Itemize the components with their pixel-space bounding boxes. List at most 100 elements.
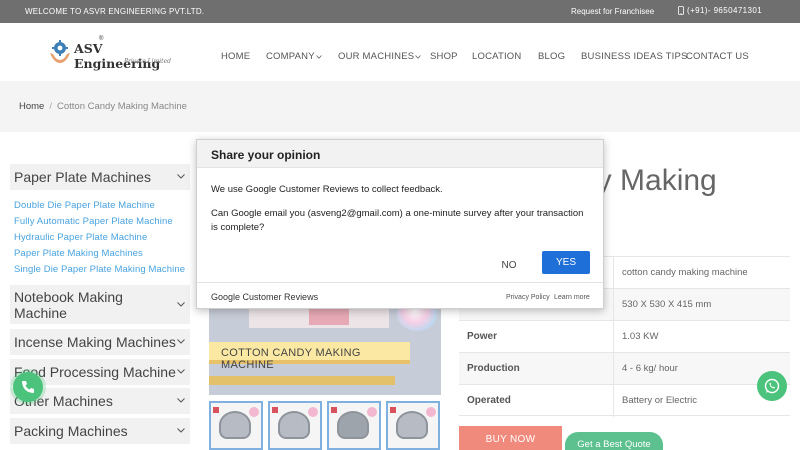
mobile-phone-icon: [678, 6, 684, 15]
product-thumbnail[interactable]: [327, 401, 381, 450]
nav-contact-us[interactable]: CONTACT US: [686, 51, 749, 62]
logo-brand-name: ASV Engineering: [74, 41, 161, 71]
breadcrumb-current: Cotton Candy Making Machine: [56, 101, 187, 112]
spec-row: Production 4 - 6 kg/ hour: [459, 352, 790, 385]
dialog-no-button[interactable]: NO: [493, 255, 525, 277]
spec-value: cotton candy making machine: [622, 267, 748, 278]
product-thumbnail[interactable]: [386, 401, 440, 450]
category-label: Notebook Making Machine: [14, 289, 123, 321]
thumbnail-detail: [390, 407, 396, 413]
chevron-down-icon: [177, 339, 185, 344]
machine-thumbnail-icon: [337, 411, 369, 439]
sidebar-link-fully-automatic[interactable]: Fully Automatic Paper Plate Machine: [14, 216, 173, 227]
nav-home[interactable]: HOME: [221, 51, 250, 62]
thumbnail-detail: [331, 407, 337, 413]
product-thumbnail[interactable]: [268, 401, 322, 450]
category-notebook-making-machine[interactable]: Notebook Making Machine: [10, 285, 190, 324]
spec-divider: [613, 385, 614, 417]
product-thumbnail[interactable]: [209, 401, 263, 450]
site-header: ASV Engineering ® Private Limited HOME C…: [0, 23, 800, 81]
machine-thumbnail-icon: [219, 411, 251, 439]
spec-divider: [613, 289, 614, 321]
nav-shop[interactable]: SHOP: [430, 51, 458, 62]
thumbnail-candy: [426, 407, 436, 417]
spec-divider: [613, 321, 614, 353]
sidebar-link-hydraulic[interactable]: Hydraulic Paper Plate Machine: [14, 232, 147, 243]
phone-icon: [22, 381, 34, 393]
sidebar-link-paper-plate-making[interactable]: Paper Plate Making Machines: [14, 248, 143, 259]
category-label: Packing Machines: [14, 423, 128, 439]
breadcrumb-home-link[interactable]: Home: [19, 101, 44, 112]
share-opinion-dialog: Share your opinion We use Google Custome…: [196, 139, 604, 309]
spec-row: Power 1.03 KW: [459, 320, 790, 353]
welcome-text: WELCOME TO ASVR ENGINEERING PVT.LTD.: [25, 7, 205, 16]
nav-business-ideas-tips[interactable]: BUSINESS IDEAS TIPS: [581, 51, 688, 62]
phone-contact[interactable]: (+91)- 9650471301: [678, 6, 762, 15]
chevron-down-icon: [177, 398, 185, 403]
nav-blog[interactable]: BLOG: [538, 51, 565, 62]
brand-product-name: Customer Reviews: [242, 292, 319, 302]
whatsapp-button[interactable]: [757, 371, 787, 401]
gear-hands-logo-icon: [50, 40, 70, 63]
sidebar-link-double-die[interactable]: Double Die Paper Plate Machine: [14, 200, 155, 211]
spec-row: Operated Battery or Electric: [459, 384, 790, 417]
chevron-down-icon: [177, 428, 185, 433]
category-packing-machines[interactable]: Packing Machines: [10, 418, 190, 444]
spec-key: Operated: [467, 395, 511, 406]
get-best-quote-button[interactable]: Get a Best Quote: [565, 432, 663, 450]
chevron-down-icon: [315, 55, 322, 59]
spec-divider: [613, 353, 614, 385]
spec-value: 530 X 530 X 415 mm: [622, 299, 712, 310]
thumbnail-candy: [249, 407, 259, 417]
buy-now-button[interactable]: BUY NOW: [459, 426, 562, 450]
spec-value: 4 - 6 kg/ hour: [622, 363, 678, 374]
product-image-banner-text: COTTON CANDY MAKING MACHINE: [221, 347, 361, 371]
product-image-banner: COTTON CANDY MAKING MACHINE: [209, 342, 410, 371]
spec-key: Power: [467, 331, 498, 342]
spec-key: Production: [467, 363, 520, 374]
category-incense-making-machines[interactable]: Incense Making Machines: [10, 329, 190, 355]
nav-our-machines[interactable]: OUR MACHINES: [338, 51, 422, 62]
chevron-down-icon: [177, 302, 185, 307]
spec-value: Battery or Electric: [622, 395, 697, 406]
franchise-link[interactable]: Request for Franchisee: [571, 7, 654, 16]
nav-company[interactable]: COMPANY: [266, 51, 322, 62]
thumbnail-detail: [272, 407, 278, 413]
dialog-footer: Google Customer Reviews Privacy Policy L…: [197, 282, 603, 309]
privacy-policy-link[interactable]: Privacy Policy: [506, 294, 550, 301]
site-logo[interactable]: ASV Engineering ® Private Limited: [48, 36, 178, 71]
spec-divider: [613, 257, 614, 289]
sidebar-link-single-die[interactable]: Single Die Paper Plate Making Machine: [14, 264, 185, 275]
dialog-question: Can Google email you (asveng2@gmail.com)…: [211, 208, 584, 233]
category-label: Paper Plate Machines: [14, 169, 151, 185]
category-label: Incense Making Machines: [14, 334, 176, 350]
spec-value: 1.03 KW: [622, 331, 659, 342]
google-wordmark: Google: [211, 292, 241, 302]
machine-thumbnail-icon: [278, 411, 310, 439]
category-paper-plate-machines[interactable]: Paper Plate Machines: [10, 164, 190, 190]
breadcrumb: Home / Cotton Candy Making Machine: [19, 101, 187, 112]
phone-number: (+91)- 9650471301: [687, 6, 763, 15]
dialog-yes-button[interactable]: YES: [542, 251, 590, 274]
machine-thumbnail-icon: [396, 411, 428, 439]
dialog-title: Share your opinion: [197, 140, 603, 168]
top-bar: WELCOME TO ASVR ENGINEERING PVT.LTD. Req…: [0, 0, 800, 23]
breadcrumb-band: Home / Cotton Candy Making Machine: [0, 81, 800, 132]
nav-company-label: COMPANY: [266, 51, 315, 62]
logo-subtitle: Private Limited: [124, 58, 171, 65]
product-thumbnails: [209, 401, 441, 450]
chevron-down-icon: [177, 369, 185, 374]
nav-location[interactable]: LOCATION: [472, 51, 521, 62]
thumbnail-detail: [213, 407, 219, 413]
dialog-message: We use Google Customer Reviews to collec…: [211, 184, 443, 195]
thumbnail-candy: [308, 407, 318, 417]
whatsapp-icon: [764, 378, 780, 394]
google-customer-reviews-brand: Google Customer Reviews: [211, 292, 318, 302]
call-button[interactable]: [13, 372, 43, 402]
thumbnail-candy: [367, 407, 377, 417]
learn-more-link[interactable]: Learn more: [554, 294, 590, 301]
nav-machines-label: OUR MACHINES: [338, 51, 415, 62]
logo-registered-mark: ®: [99, 36, 104, 42]
breadcrumb-separator: /: [49, 101, 52, 112]
chevron-down-icon: [177, 174, 185, 179]
